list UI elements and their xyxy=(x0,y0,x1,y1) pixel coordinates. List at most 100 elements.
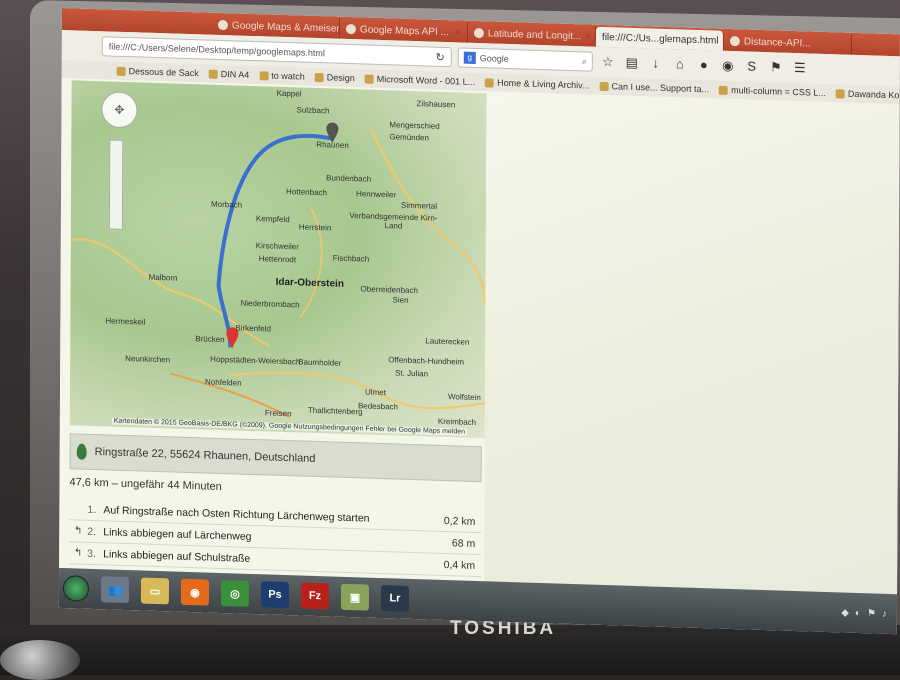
addon-s-icon[interactable]: S xyxy=(743,57,761,76)
menu-icon[interactable]: ☰ xyxy=(791,59,809,78)
map-place-label: Oberreidenbach xyxy=(360,284,418,296)
map-place-label: Hettenrodt xyxy=(258,254,297,265)
search-engine-label: Google xyxy=(479,53,509,65)
map-place-label: Zilshausen xyxy=(416,99,456,110)
location-pin-icon xyxy=(76,443,87,460)
map-place-label: Herrstein xyxy=(298,222,332,233)
tray-icon[interactable]: ◆ xyxy=(841,607,849,618)
star-bookmark-icon[interactable]: ☆ xyxy=(599,53,617,72)
bookmark-icon xyxy=(599,81,609,91)
map-place-label-major: Idar-Oberstein xyxy=(275,276,344,290)
taskbar-app-photoshop[interactable]: Ps xyxy=(260,581,290,609)
destination-text: Ringstraße 22, 55624 Rhaunen, Deutschlan… xyxy=(94,446,316,465)
search-bar[interactable]: g Google ⌕ xyxy=(457,47,593,72)
map-zoom-control[interactable] xyxy=(108,139,124,230)
map-place-label: St. Julian xyxy=(395,368,429,379)
turn-left-icon: ↰ xyxy=(73,547,83,559)
bookmark-item[interactable]: Dawanda Kooperation xyxy=(835,88,900,101)
map-place-label: Birkenfeld xyxy=(235,323,271,334)
start-button[interactable] xyxy=(62,575,90,602)
google-icon[interactable]: g xyxy=(463,51,476,65)
map-place-label: Nohfelden xyxy=(205,377,242,388)
taskbar-app-image-viewer[interactable]: ▣ xyxy=(340,583,370,611)
bookmark-item[interactable]: Microsoft Word - 001 L... xyxy=(364,74,475,87)
map-place-label: Kempfeld xyxy=(255,214,290,225)
hinge-knob xyxy=(0,640,80,680)
taskbar-app-lightroom[interactable]: Lr xyxy=(380,585,410,612)
favicon-icon xyxy=(345,23,356,35)
close-icon[interactable]: × xyxy=(585,31,591,42)
bookmark-icon xyxy=(485,77,495,88)
map-place-label: Lauterecken xyxy=(425,336,470,347)
favicon-icon xyxy=(729,35,740,47)
bookmark-icon xyxy=(364,74,374,84)
map-place-label: Bundenbach xyxy=(326,173,372,184)
taskbar-app-firefox[interactable]: ◉ xyxy=(180,578,210,606)
map-pan-control[interactable]: ✥ xyxy=(101,91,138,129)
bookmark-icon xyxy=(208,69,218,79)
bookmark-item[interactable]: Home & Living Archiv... xyxy=(485,77,590,91)
straight-icon xyxy=(69,509,87,510)
map-place-label: Kappel xyxy=(276,88,302,99)
favicon-icon xyxy=(473,27,484,39)
map-place-label: Hottenbach xyxy=(286,187,328,198)
map-place-label: Malborn xyxy=(148,272,178,283)
volume-icon[interactable]: ♪ xyxy=(882,608,887,619)
map-place-label: Hermeskeil xyxy=(105,316,146,327)
bookmark-item[interactable]: to watch xyxy=(259,70,305,82)
page-content: ✥ Rhaunen Sulzbach Bundenbach Hottenbach… xyxy=(58,77,900,615)
map-place-label: Kirschweiler xyxy=(255,241,299,252)
taskbar-app-filezilla[interactable]: Fz xyxy=(300,582,330,610)
addon-icon[interactable]: ◉ xyxy=(719,57,737,76)
map-place-label: Freisen xyxy=(264,408,292,419)
map-place-label: Hennweiler xyxy=(356,189,397,200)
map-place-label: Baumholder xyxy=(298,357,342,368)
map-place-label: Brücken xyxy=(195,334,225,345)
route-summary: 47,6 km – ungefähr 44 Minuten xyxy=(69,476,222,494)
map-place-label: Bedesbach xyxy=(357,401,399,412)
bookmark-item[interactable]: DIN A4 xyxy=(208,69,249,80)
turn-left-icon: ↰ xyxy=(74,525,83,537)
bookmark-icon xyxy=(116,66,126,76)
bookmarks-menu-icon[interactable]: ▤ xyxy=(623,54,641,73)
google-map[interactable]: ✥ Rhaunen Sulzbach Bundenbach Hottenbach… xyxy=(69,80,487,439)
map-place-label: Verbandsgemeinde Kirn-Land xyxy=(349,211,438,231)
destination-address: Ringstraße 22, 55624 Rhaunen, Deutschlan… xyxy=(69,433,482,483)
addon-icon[interactable]: ● xyxy=(695,56,713,75)
map-place-label: Fischbach xyxy=(332,253,370,264)
map-place-label: Morbach xyxy=(210,199,243,210)
close-icon[interactable]: × xyxy=(455,27,461,38)
map-place-label: Kreimbach xyxy=(437,416,477,428)
bookmark-item[interactable]: Can I use... Support ta... xyxy=(599,81,709,94)
tray-icon[interactable]: ◐ xyxy=(855,607,861,618)
bookmark-icon xyxy=(719,85,729,95)
map-place-label: Simmertal xyxy=(400,200,438,211)
url-text[interactable]: file:///C:/Users/Selene/Desktop/temp/goo… xyxy=(109,41,436,61)
favicon-icon xyxy=(217,19,228,31)
home-icon[interactable]: ⌂ xyxy=(671,55,689,74)
taskbar-app-chrome[interactable]: ◎ xyxy=(220,580,250,607)
map-place-label: Sulzbach xyxy=(296,105,330,116)
bookmark-item[interactable]: Design xyxy=(314,72,355,83)
map-place-label: Neunkirchen xyxy=(125,353,171,365)
bookmark-item[interactable]: multi-column = CSS L... xyxy=(719,85,826,98)
bookmark-item[interactable]: Dessous de Sack xyxy=(116,66,199,78)
download-icon[interactable]: ↓ xyxy=(647,54,665,73)
map-place-label: Gemünden xyxy=(389,132,429,143)
bookmark-icon xyxy=(314,72,324,82)
taskbar-app-users[interactable]: 👥 xyxy=(100,576,130,604)
taskbar-app-file-explorer[interactable]: ▭ xyxy=(140,577,170,605)
map-place-label: Wolfstein xyxy=(447,392,481,403)
map-place-label: Ulmet xyxy=(365,387,386,398)
map-place-label: Mengerschied xyxy=(389,120,440,131)
addon-icon[interactable]: ⚑ xyxy=(767,58,785,77)
directions-list: 1. Auf Ringstraße nach Osten Richtung Lä… xyxy=(69,498,482,578)
map-place-label: Rhaunen xyxy=(316,139,349,151)
map-place-label: Thallichtenberg xyxy=(307,405,363,417)
search-icon[interactable]: ⌕ xyxy=(582,56,587,67)
map-place-label: Sien xyxy=(392,295,409,305)
empty-panel xyxy=(483,91,900,615)
bookmark-icon xyxy=(835,88,845,99)
flag-icon[interactable]: ⚑ xyxy=(867,608,876,619)
reload-icon[interactable]: ↻ xyxy=(436,50,445,63)
